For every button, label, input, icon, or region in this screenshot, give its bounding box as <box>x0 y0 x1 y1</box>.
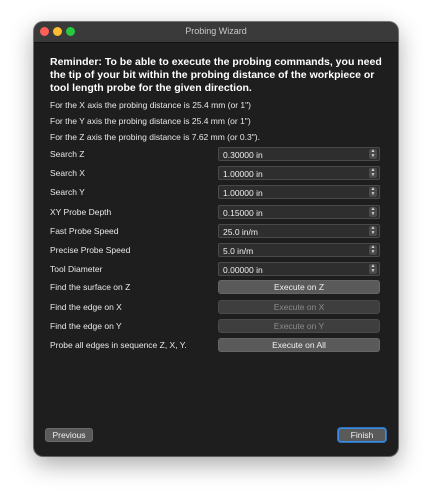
field-row-tool-diameter: Tool Diameter 0.00000 in ▲ ▼ <box>50 262 382 277</box>
execute-on-z-button[interactable]: Execute on Z <box>218 280 380 294</box>
field-row-search-x: Search X 1.00000 in ▲ ▼ <box>50 166 382 181</box>
action-row-y: Find the edge on Y Execute on Y <box>50 319 382 334</box>
info-line-z: For the Z axis the probing distance is 7… <box>50 132 260 142</box>
field-row-search-y: Search Y 1.00000 in ▲ ▼ <box>50 185 382 200</box>
field-value: 25.0 in/m <box>223 227 258 237</box>
window-title: Probing Wizard <box>185 26 247 36</box>
reminder-text: Reminder: To be able to execute the prob… <box>50 56 382 94</box>
field-label: Precise Probe Speed <box>50 245 131 255</box>
field-row-search-z: Search Z 0.30000 in ▲ ▼ <box>50 147 382 162</box>
action-label: Find the edge on X <box>50 302 122 312</box>
up-down-chevron-icon[interactable]: ▲ ▼ <box>369 187 377 197</box>
xy-probe-depth-input[interactable]: 0.15000 in ▲ ▼ <box>218 205 380 219</box>
execute-on-y-button[interactable]: Execute on Y <box>218 319 380 333</box>
up-down-chevron-icon[interactable]: ▲ ▼ <box>369 264 377 274</box>
search-z-input[interactable]: 0.30000 in ▲ ▼ <box>218 147 380 161</box>
probing-wizard-window: Probing Wizard Reminder: To be able to e… <box>34 22 398 456</box>
field-row-fast-probe-speed: Fast Probe Speed 25.0 in/m ▲ ▼ <box>50 224 382 239</box>
execute-on-all-button[interactable]: Execute on All <box>218 338 380 352</box>
action-label: Find the surface on Z <box>50 282 131 292</box>
search-x-input[interactable]: 1.00000 in ▲ ▼ <box>218 166 380 180</box>
up-down-chevron-icon[interactable]: ▲ ▼ <box>369 168 377 178</box>
action-label: Find the edge on Y <box>50 321 122 331</box>
field-row-xy-probe-depth: XY Probe Depth 0.15000 in ▲ ▼ <box>50 205 382 220</box>
title-bar: Probing Wizard <box>34 22 398 43</box>
execute-on-x-button[interactable]: Execute on X <box>218 300 380 314</box>
up-down-chevron-icon[interactable]: ▲ ▼ <box>369 245 377 255</box>
field-value: 0.15000 in <box>223 208 263 218</box>
field-value: 0.00000 in <box>223 265 263 275</box>
search-y-input[interactable]: 1.00000 in ▲ ▼ <box>218 185 380 199</box>
field-value: 0.30000 in <box>223 150 263 160</box>
up-down-chevron-icon[interactable]: ▲ ▼ <box>369 207 377 217</box>
wizard-content: Reminder: To be able to execute the prob… <box>50 56 382 145</box>
fast-probe-speed-input[interactable]: 25.0 in/m ▲ ▼ <box>218 224 380 238</box>
up-down-chevron-icon[interactable]: ▲ ▼ <box>369 226 377 236</box>
info-line-x: For the X axis the probing distance is 2… <box>50 100 251 110</box>
action-row-all: Probe all edges in sequence Z, X, Y. Exe… <box>50 338 382 353</box>
previous-button[interactable]: Previous <box>45 428 93 442</box>
field-value: 1.00000 in <box>223 169 263 179</box>
tool-diameter-input[interactable]: 0.00000 in ▲ ▼ <box>218 262 380 276</box>
field-value: 1.00000 in <box>223 188 263 198</box>
field-label: Search Y <box>50 187 85 197</box>
precise-probe-speed-input[interactable]: 5.0 in/m ▲ ▼ <box>218 243 380 257</box>
field-label: Tool Diameter <box>50 264 103 274</box>
action-row-z: Find the surface on Z Execute on Z <box>50 280 382 295</box>
field-value: 5.0 in/m <box>223 246 254 256</box>
action-label: Probe all edges in sequence Z, X, Y. <box>50 340 187 350</box>
action-row-x: Find the edge on X Execute on X <box>50 300 382 315</box>
finish-button[interactable]: Finish <box>338 428 386 442</box>
field-label: Search Z <box>50 149 85 159</box>
field-row-precise-probe-speed: Precise Probe Speed 5.0 in/m ▲ ▼ <box>50 243 382 258</box>
up-down-chevron-icon[interactable]: ▲ ▼ <box>369 149 377 159</box>
info-line-y: For the Y axis the probing distance is 2… <box>50 116 251 126</box>
field-label: XY Probe Depth <box>50 207 112 217</box>
field-label: Search X <box>50 168 85 178</box>
field-label: Fast Probe Speed <box>50 226 119 236</box>
